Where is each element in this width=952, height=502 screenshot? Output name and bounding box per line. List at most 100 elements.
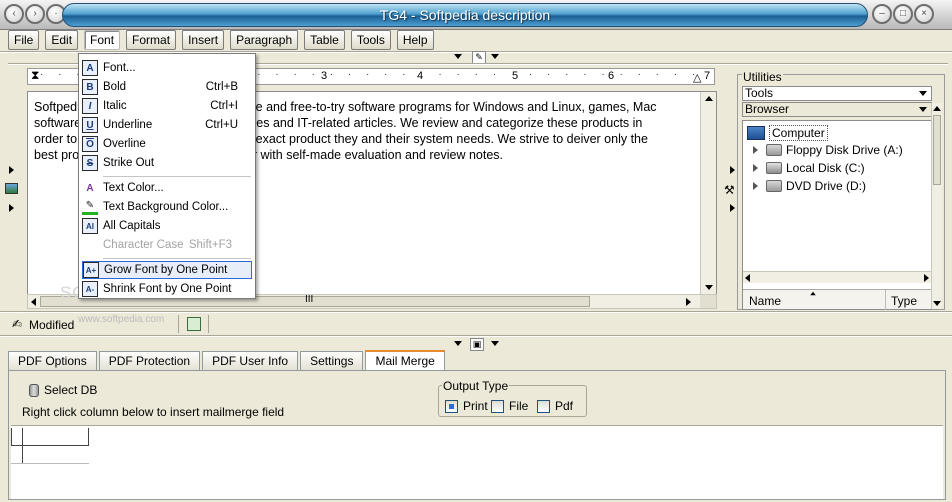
right-indent-marker-icon[interactable]: △ (693, 71, 701, 84)
left-panel-expand-icon-2[interactable] (9, 204, 14, 212)
menu-file[interactable]: File (8, 30, 40, 50)
menu-item-label: Bold (103, 81, 127, 93)
menu-item-shrink-font[interactable]: A- Shrink Font by One Point (82, 280, 252, 298)
modified-icon: ✍ (12, 317, 23, 331)
maximize-icon[interactable]: □ (893, 4, 913, 24)
panel-divider (0, 335, 952, 337)
menu-item-font[interactable]: A Font... (82, 59, 252, 77)
toolbar-menu-icon[interactable] (491, 54, 499, 59)
dvd-drive-icon (766, 180, 782, 192)
scroll-grip: III (305, 294, 314, 305)
status-page-icon[interactable] (187, 317, 201, 331)
panel-menu-icon[interactable] (491, 341, 499, 346)
image-icon[interactable] (5, 183, 18, 194)
grid-cell[interactable] (11, 446, 89, 464)
panel-toggle-icon[interactable]: ▣ (470, 338, 484, 351)
scroll-right-icon[interactable] (686, 298, 691, 306)
menu-item-shortcut: Ctrl+U (205, 119, 238, 131)
pdf-checkbox[interactable] (537, 399, 550, 413)
menu-item-strike-out[interactable]: S Strike Out (82, 154, 252, 172)
scroll-up-icon[interactable] (933, 106, 941, 111)
mailmerge-grid[interactable] (11, 425, 943, 499)
chevron-down-icon[interactable] (919, 91, 927, 96)
scroll-corner (700, 295, 716, 308)
menu-bar: File Edit Font Format Insert Paragraph T… (8, 30, 434, 50)
expand-icon[interactable] (753, 182, 758, 190)
output-file-option[interactable]: File (491, 399, 528, 413)
tree-item-local-disk[interactable]: Local Disk (C:) (753, 161, 865, 175)
tools-dropdown[interactable]: Tools (742, 86, 932, 101)
output-type-label: Output Type (442, 379, 510, 393)
folder-tree[interactable]: Computer Floppy Disk Drive (A:) Local Di… (742, 120, 932, 310)
close-icon[interactable]: × (914, 4, 934, 24)
panel-collapse-icon[interactable] (454, 341, 462, 346)
menu-item-overline[interactable]: O Overline (82, 135, 252, 153)
database-icon (29, 383, 39, 397)
menu-separator (103, 176, 251, 177)
menu-item-grow-font[interactable]: A+ Grow Font by One Point (82, 261, 252, 279)
expand-icon[interactable] (753, 146, 758, 154)
tree-item-floppy[interactable]: Floppy Disk Drive (A:) (753, 143, 903, 157)
shrink-font-icon: A- (82, 281, 98, 297)
tab-mail-merge[interactable]: Mail Merge (365, 350, 445, 371)
menu-paragraph[interactable]: Paragraph (230, 30, 299, 50)
tab-pdf-protection[interactable]: PDF Protection (98, 351, 201, 371)
menu-item-italic[interactable]: I Italic Ctrl+I (82, 97, 252, 115)
left-panel-expand-icon[interactable] (9, 166, 14, 174)
tree-item-label: Computer (769, 125, 828, 141)
chevron-down-icon[interactable] (919, 107, 927, 112)
scroll-down-icon[interactable] (933, 301, 941, 306)
select-db-button[interactable]: Select DB (29, 383, 97, 397)
menu-item-text-background-color[interactable]: ✎ Text Background Color... (82, 198, 252, 216)
left-indent-marker-icon[interactable]: ⧗ (31, 68, 39, 83)
settings-tabs: PDF Options PDF Protection PDF User Info… (8, 350, 445, 371)
menu-item-text-color[interactable]: A Text Color... (82, 179, 252, 197)
scroll-right-icon[interactable] (924, 274, 929, 282)
minimize-icon[interactable]: – (872, 4, 892, 24)
ruler-number: 5 (512, 70, 519, 82)
right-panel-expand-icon[interactable] (730, 166, 735, 174)
column-header-name[interactable]: Name (749, 294, 781, 308)
font-dialog-icon: A (82, 60, 98, 76)
menu-font[interactable]: Font (84, 30, 121, 50)
right-panel-expand-icon-2[interactable] (730, 204, 735, 212)
left-window-buttons: ‹ › · (4, 4, 66, 24)
tab-settings[interactable]: Settings (300, 351, 364, 371)
print-checkbox[interactable] (445, 399, 458, 413)
menu-item-all-capitals[interactable]: AI All Capitals (82, 217, 252, 235)
utilities-vertical-scrollbar[interactable] (931, 103, 942, 309)
menu-edit[interactable]: Edit (45, 30, 79, 50)
expand-icon[interactable] (753, 164, 758, 172)
scroll-left-icon[interactable] (745, 274, 750, 282)
utilities-panel: Utilities Tools Browser Computer Floppy … (737, 70, 945, 310)
tree-horizontal-scrollbar[interactable] (743, 271, 931, 283)
vertical-scroll-thumb[interactable] (933, 115, 941, 185)
menu-help[interactable]: Help (396, 30, 434, 50)
output-print-option[interactable]: Print (445, 399, 488, 413)
scroll-left-icon[interactable] (31, 298, 36, 306)
system-menu-icon[interactable]: ‹ (4, 4, 24, 24)
output-pdf-option[interactable]: Pdf (537, 399, 573, 413)
roll-up-icon[interactable]: › (25, 4, 45, 24)
toolbar-collapse-icon[interactable] (454, 54, 462, 59)
column-header-type[interactable]: Type (891, 294, 917, 308)
file-checkbox[interactable] (491, 399, 504, 413)
browser-dropdown[interactable]: Browser (742, 102, 932, 117)
right-window-buttons: – □ × (872, 4, 934, 24)
menu-format[interactable]: Format (126, 30, 177, 50)
menu-item-bold[interactable]: B Bold Ctrl+B (82, 78, 252, 96)
bold-icon: B (82, 79, 98, 95)
all-capitals-icon: AI (82, 218, 98, 234)
scroll-down-icon[interactable] (705, 285, 713, 290)
tab-pdf-options[interactable]: PDF Options (8, 351, 97, 371)
menu-item-underline[interactable]: U Underline Ctrl+U (82, 116, 252, 134)
tree-item-computer[interactable]: Computer (747, 125, 828, 141)
tree-item-dvd[interactable]: DVD Drive (D:) (753, 179, 866, 193)
scroll-up-icon[interactable] (705, 96, 713, 101)
menu-table[interactable]: Table (304, 30, 345, 50)
tab-pdf-user-info[interactable]: PDF User Info (202, 351, 299, 371)
menu-insert[interactable]: Insert (182, 30, 225, 50)
menu-tools[interactable]: Tools (350, 30, 391, 50)
tools-icon[interactable]: ⚒ (724, 183, 735, 197)
editor-vertical-scrollbar[interactable] (700, 92, 716, 294)
